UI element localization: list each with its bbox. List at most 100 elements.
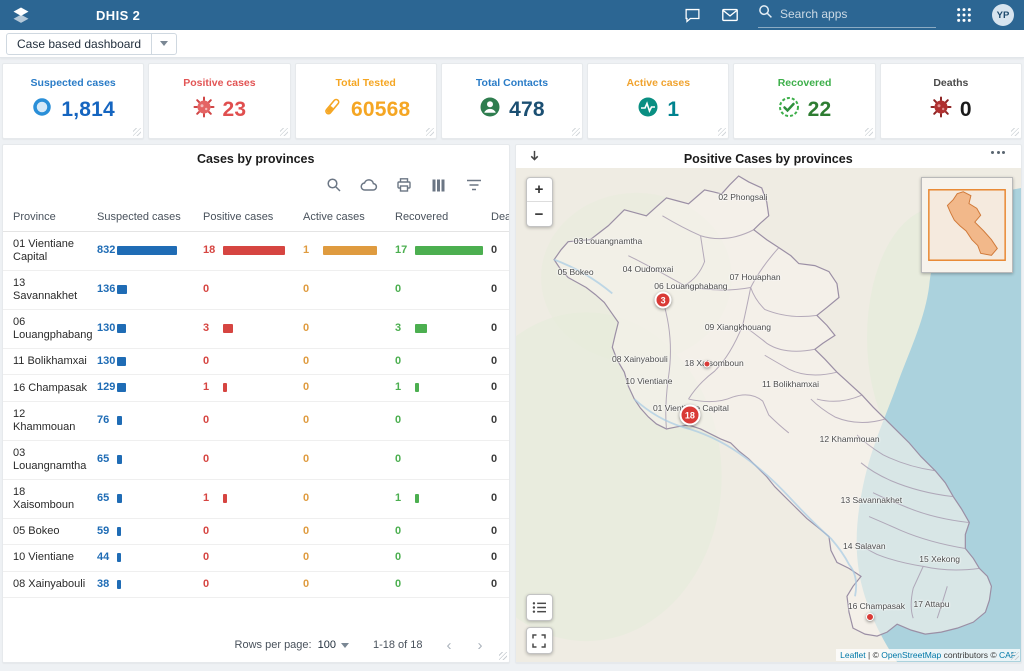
table-cell: 17 (391, 232, 487, 271)
cases-table-title: Cases by provinces (3, 145, 509, 166)
resize-handle[interactable] (865, 128, 873, 136)
search-placeholder: Search apps (780, 7, 847, 21)
column-header[interactable]: Positive cases (199, 202, 299, 232)
table-cell: 0 (391, 401, 487, 440)
resize-handle[interactable] (572, 128, 580, 136)
map-region-label: 14 Salavan (843, 541, 886, 551)
table-cell: 0 (199, 545, 299, 571)
resize-handle[interactable] (426, 128, 434, 136)
map-marker[interactable]: 18 (679, 405, 700, 426)
pagination-range: 1-18 of 18 (373, 639, 423, 651)
map-region-label: 16 Champasak (848, 601, 905, 611)
dhis2-logo-icon[interactable] (10, 4, 32, 26)
stat-card[interactable]: Suspected cases 1,814 (2, 63, 144, 139)
table-cell: 0 (199, 401, 299, 440)
user-avatar[interactable]: YP (992, 4, 1014, 26)
value-bar (323, 246, 377, 255)
table-cell: 03 Louangnamtha (3, 440, 93, 479)
chevron-down-icon (341, 643, 349, 648)
cloud-download-icon[interactable] (360, 176, 378, 194)
column-header[interactable]: Deaths (487, 202, 509, 232)
map-marker[interactable]: 3 (655, 292, 672, 309)
table-cell: 0 (299, 271, 391, 310)
stat-card[interactable]: Deaths 0 (880, 63, 1022, 139)
table-cell: 76 (93, 401, 199, 440)
person-icon (479, 96, 501, 123)
table-row: 16 Champasak1291010 (3, 375, 509, 401)
cases-table-body: 01 Vientiane Capital83218117013 Savannak… (3, 232, 509, 598)
value-bar (117, 553, 121, 562)
filter-icon[interactable] (465, 176, 483, 194)
table-pagination: Rows per page: 100 1-18 of 18 ‹ › (3, 628, 509, 662)
stat-card[interactable]: Active cases 1 (587, 63, 729, 139)
table-cell: 0 (391, 349, 487, 375)
table-cell: 130 (93, 310, 199, 349)
interpretations-icon[interactable] (682, 5, 702, 25)
column-header[interactable]: Active cases (299, 202, 391, 232)
value-bar (415, 383, 419, 392)
dashboard-selector[interactable]: Case based dashboard (6, 33, 177, 55)
table-row: 13 Savannakhet1360000 (3, 271, 509, 310)
map-region-label: 08 Xainyabouli (612, 354, 668, 364)
cases-table-panel: Cases by provinces Provi (2, 144, 510, 663)
fullscreen-button[interactable] (526, 627, 553, 654)
stat-card[interactable]: Total Contacts 478 (441, 63, 583, 139)
zoom-out-button[interactable]: − (527, 202, 552, 226)
table-row: 03 Louangnamtha650000 (3, 440, 509, 479)
previous-page-button[interactable]: ‹ (447, 637, 452, 654)
column-header[interactable]: Recovered (391, 202, 487, 232)
table-cell: 13 Savannakhet (3, 271, 93, 310)
table-cell: 0 (299, 518, 391, 544)
stat-card-value: 478 (509, 98, 545, 122)
map-attribution: Leaflet | © OpenStreetMap contributors ©… (836, 649, 1020, 661)
table-row: 10 Vientiane440000 (3, 545, 509, 571)
chevron-down-icon[interactable] (152, 34, 176, 54)
table-cell: 0 (391, 518, 487, 544)
columns-icon[interactable] (430, 176, 448, 194)
table-cell: 12 Khammouan (3, 401, 93, 440)
table-cell: 129 (93, 375, 199, 401)
messages-icon[interactable] (720, 5, 740, 25)
print-icon[interactable] (395, 176, 413, 194)
stat-card-value: 1,814 (61, 98, 115, 122)
map-region-label: 07 Houaphan (730, 272, 781, 282)
map-canvas[interactable]: + − (516, 168, 1022, 662)
apps-menu-icon[interactable] (954, 5, 974, 25)
resize-handle[interactable] (718, 128, 726, 136)
column-header[interactable]: Province (3, 202, 93, 232)
leaflet-link[interactable]: Leaflet (840, 650, 866, 660)
more-options-icon[interactable] (987, 147, 1009, 158)
value-bar (117, 324, 126, 333)
stat-card[interactable]: Total Tested 60568 (295, 63, 437, 139)
zoom-control: + − (526, 177, 553, 227)
next-page-button[interactable]: › (478, 637, 483, 654)
resize-handle[interactable] (499, 652, 507, 660)
value-bar (117, 494, 122, 503)
table-cell: 0 (487, 401, 509, 440)
legend-layers-button[interactable] (526, 594, 553, 621)
rows-per-page-label: Rows per page: (235, 639, 312, 651)
resize-handle[interactable] (133, 128, 141, 136)
osm-link[interactable]: OpenStreetMap (881, 650, 941, 660)
resize-handle[interactable] (1011, 128, 1019, 136)
zoom-in-button[interactable]: + (527, 178, 552, 202)
value-bar (223, 494, 227, 503)
search-input[interactable]: Search apps (758, 2, 936, 28)
download-arrow-icon[interactable] (528, 150, 541, 168)
resize-handle[interactable] (280, 128, 288, 136)
map-marker[interactable] (704, 361, 711, 368)
overview-inset-map[interactable] (921, 177, 1013, 273)
map-region-label: 02 Phongsali (718, 192, 767, 202)
stat-card-value: 1 (667, 98, 679, 122)
stat-card[interactable]: Positive cases 23 (148, 63, 290, 139)
virus-icon (193, 96, 215, 123)
rows-per-page-select[interactable]: 100 (318, 639, 349, 651)
value-bar (117, 455, 122, 464)
stat-card[interactable]: Recovered 22 (733, 63, 875, 139)
resize-handle[interactable] (1011, 652, 1019, 660)
search-icon[interactable] (325, 176, 343, 194)
table-cell: 0 (299, 571, 391, 597)
search-icon (758, 4, 773, 24)
column-header[interactable]: Suspected cases (93, 202, 199, 232)
map-marker[interactable] (866, 613, 874, 621)
